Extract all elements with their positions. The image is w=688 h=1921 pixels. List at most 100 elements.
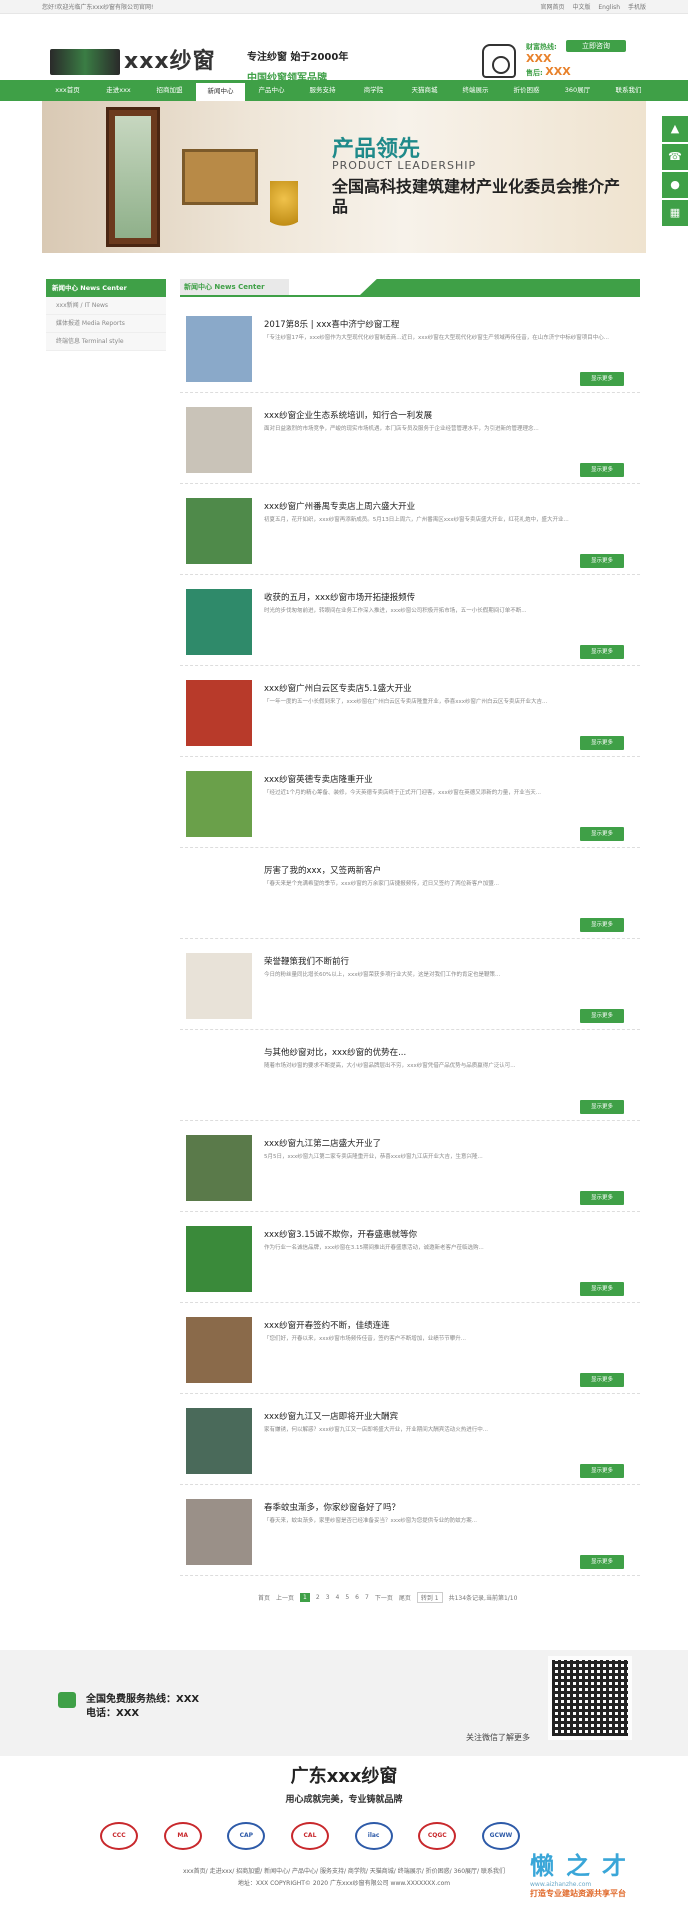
show-more-button[interactable]: 显示更多 bbox=[580, 554, 624, 568]
page-number[interactable]: 4 bbox=[336, 1594, 340, 1601]
news-item[interactable]: 收获的五月，xxx纱窗市场开拓捷报频传 时光的步伐匆匆前进，转眼间在业务工作深入推… bbox=[180, 575, 640, 666]
news-thumbnail[interactable] bbox=[186, 589, 252, 655]
news-item[interactable]: xxx纱窗广州白云区专卖店5.1盛大开业 「一年一度的五一小长假到来了，xxx纱窗… bbox=[180, 666, 640, 757]
footer-brand: 广东xxx纱窗 用心成就完美，专业铸就品牌 bbox=[0, 1762, 688, 1805]
news-title[interactable]: 春季蚊虫渐多，你家纱窗备好了吗？ bbox=[264, 1501, 400, 1513]
news-thumbnail[interactable] bbox=[186, 1499, 252, 1565]
news-title[interactable]: 2017第8乐 | xxx喜中济宁纱窗工程 bbox=[264, 318, 399, 330]
page-number[interactable]: 2 bbox=[316, 1594, 320, 1601]
news-thumbnail[interactable] bbox=[186, 1226, 252, 1292]
news-item[interactable]: xxx纱窗开春签约不断，佳绩连连「您们好，开春以来，xxx纱窗市场频传佳音，签约… bbox=[180, 1303, 640, 1394]
news-item[interactable]: xxx纱窗企业生态系统培训，知行合一利发展面对日益激烈的市场竞争，严峻的现实市场… bbox=[180, 393, 640, 484]
page-number[interactable]: 3 bbox=[326, 1594, 330, 1601]
top-link-mobile[interactable]: 手机版 bbox=[628, 4, 646, 11]
nav-item-tmall[interactable]: 天猫商城 bbox=[399, 80, 450, 101]
show-more-button[interactable]: 显示更多 bbox=[580, 1100, 624, 1114]
news-item[interactable]: xxx纱窗3.15诚不欺你，开春盛惠就等你 作为行业一名诚信品牌，xxx纱窗在3.… bbox=[180, 1212, 640, 1303]
nav-item-news[interactable]: 新闻中心 bbox=[195, 82, 246, 101]
news-title[interactable]: 收获的五月，xxx纱窗市场开拓捷报频传 bbox=[264, 591, 415, 603]
top-link-english[interactable]: English bbox=[598, 4, 620, 11]
show-more-button[interactable]: 显示更多 bbox=[580, 1555, 624, 1569]
news-summary: 初夏五月，花开如织，xxx纱窗再添新成员。5月13日上周六，广州番禺区xxx纱窗… bbox=[264, 517, 569, 523]
news-thumbnail[interactable] bbox=[186, 1408, 252, 1474]
news-thumbnail[interactable] bbox=[186, 1044, 252, 1110]
sidebar-item-company-news[interactable]: xxx新闻 / IT News bbox=[46, 297, 166, 315]
show-more-button[interactable]: 显示更多 bbox=[580, 1464, 624, 1478]
after-sales-label: 售后: bbox=[526, 69, 543, 77]
news-title[interactable]: xxx纱窗广州番禺专卖店上周六盛大开业 bbox=[264, 500, 415, 512]
show-more-button[interactable]: 显示更多 bbox=[580, 1009, 624, 1023]
nav-item-terminals[interactable]: 终端展示 bbox=[450, 80, 501, 101]
news-item[interactable]: 2017第8乐 | xxx喜中济宁纱窗工程 「专注纱窗17年，xxx纱窗作为大型现… bbox=[180, 302, 640, 393]
show-more-button[interactable]: 显示更多 bbox=[580, 372, 624, 386]
news-title[interactable]: xxx纱窗开春签约不断，佳绩连连 bbox=[264, 1319, 390, 1331]
news-title[interactable]: xxx纱窗九江第二店盛大开业了 bbox=[264, 1137, 381, 1149]
page-number[interactable]: 7 bbox=[365, 1594, 369, 1601]
page-prev[interactable]: 上一页 bbox=[276, 1593, 294, 1602]
news-item[interactable]: 春季蚊虫渐多，你家纱窗备好了吗？ 「春天来，蚊虫渐多，家里纱窗是否已经准备妥当？x… bbox=[180, 1485, 640, 1576]
watermark-url: www.aizhanzhe.com bbox=[530, 1881, 592, 1888]
show-more-button[interactable]: 显示更多 bbox=[580, 918, 624, 932]
show-more-button[interactable]: 显示更多 bbox=[580, 736, 624, 750]
news-thumbnail[interactable] bbox=[186, 862, 252, 928]
top-link-home[interactable]: 官网首页 bbox=[541, 4, 565, 11]
news-title[interactable]: xxx纱窗英德专卖店隆重开业 bbox=[264, 773, 373, 785]
nav-item-academy[interactable]: 商学院 bbox=[348, 80, 399, 101]
show-more-button[interactable]: 显示更多 bbox=[580, 463, 624, 477]
news-title[interactable]: xxx纱窗企业生态系统培训，知行合一利发展 bbox=[264, 409, 432, 421]
page-number-current[interactable]: 1 bbox=[300, 1593, 310, 1602]
show-more-button[interactable]: 显示更多 bbox=[580, 1373, 624, 1387]
news-summary: 「您们好，开春以来，xxx纱窗市场频传佳音，签约客户不断增加，业绩节节攀升... bbox=[264, 1336, 467, 1342]
qr-code-icon[interactable]: ▦ bbox=[662, 200, 688, 226]
news-thumbnail[interactable] bbox=[186, 316, 252, 382]
show-more-button[interactable]: 显示更多 bbox=[580, 827, 624, 841]
news-item[interactable]: 与其他纱窗对比，xxx纱窗的优势在... 随着市场对纱窗的要求不断提高，大小纱窗品… bbox=[180, 1030, 640, 1121]
news-thumbnail[interactable] bbox=[186, 953, 252, 1019]
back-to-top-icon[interactable]: ▲ bbox=[662, 116, 688, 142]
sidebar-item-media-reports[interactable]: 媒体报道 Media Reports bbox=[46, 315, 166, 333]
nav-item-home[interactable]: xxx首页 bbox=[42, 80, 93, 101]
sidebar-item-terminal-style[interactable]: 终端信息 Terminal style bbox=[46, 333, 166, 351]
phone-icon[interactable]: ☎ bbox=[662, 144, 688, 170]
news-title[interactable]: 厉害了我的xxx，又签两新客户 bbox=[264, 864, 381, 876]
news-item[interactable]: xxx纱窗英德专卖店隆重开业 「经过近1个月的精心筹备、装修，今天英德专卖店终于正… bbox=[180, 757, 640, 848]
news-title[interactable]: 荣誉鞭策我们不断前行 bbox=[264, 955, 349, 967]
page-number[interactable]: 6 bbox=[355, 1594, 359, 1601]
nav-item-360[interactable]: 360展厅 bbox=[552, 80, 603, 101]
news-thumbnail[interactable] bbox=[186, 1135, 252, 1201]
page-number[interactable]: 5 bbox=[345, 1594, 349, 1601]
nav-item-about[interactable]: 走进xxx bbox=[93, 80, 144, 101]
nav-item-products[interactable]: 产品中心 bbox=[246, 80, 297, 101]
news-thumbnail[interactable] bbox=[186, 407, 252, 473]
site-logo[interactable]: xxx纱窗 bbox=[50, 46, 230, 78]
news-item[interactable]: 厉害了我的xxx，又签两新客户 「春天来是个充满希望的季节，xxx纱窗的万余家门店… bbox=[180, 848, 640, 939]
show-more-button[interactable]: 显示更多 bbox=[580, 1191, 624, 1205]
page-next[interactable]: 下一页 bbox=[375, 1593, 393, 1602]
news-item[interactable]: 荣誉鞭策我们不断前行 今日的粉丝量同比增长60%以上，xxx纱窗荣获多项行业大奖，… bbox=[180, 939, 640, 1030]
nav-item-discount[interactable]: 折价困惑 bbox=[501, 80, 552, 101]
show-more-button[interactable]: 显示更多 bbox=[580, 645, 624, 659]
top-link-chinese[interactable]: 中文版 bbox=[572, 4, 590, 11]
news-thumbnail[interactable] bbox=[186, 680, 252, 746]
page-goto-select[interactable]: 转到 1 bbox=[416, 1592, 443, 1603]
news-summary: 面对日益激烈的市场竞争，严峻的现实市场机遇，本门店专员及服务于企业经营管理水平，… bbox=[264, 426, 539, 432]
news-thumbnail[interactable] bbox=[186, 771, 252, 837]
nav-item-franchise[interactable]: 招商加盟 bbox=[144, 80, 195, 101]
toll-free-hotline: 全国免费服务热线：XXX bbox=[86, 1694, 200, 1705]
page-last[interactable]: 尾页 bbox=[399, 1593, 411, 1602]
show-more-button[interactable]: 显示更多 bbox=[580, 1282, 624, 1296]
news-title[interactable]: xxx纱窗九江又一店即将开业大酬宾 bbox=[264, 1410, 398, 1422]
news-item[interactable]: xxx纱窗广州番禺专卖店上周六盛大开业初夏五月，花开如织，xxx纱窗再添新成员。… bbox=[180, 484, 640, 575]
news-title[interactable]: xxx纱窗3.15诚不欺你，开春盛惠就等你 bbox=[264, 1228, 417, 1240]
news-title[interactable]: xxx纱窗广州白云区专卖店5.1盛大开业 bbox=[264, 682, 412, 694]
nav-item-contact[interactable]: 联系我们 bbox=[603, 80, 654, 101]
nav-item-service[interactable]: 服务支持 bbox=[297, 80, 348, 101]
news-title[interactable]: 与其他纱窗对比，xxx纱窗的优势在... bbox=[264, 1046, 406, 1058]
news-thumbnail[interactable] bbox=[186, 1317, 252, 1383]
qq-icon[interactable]: ● bbox=[662, 172, 688, 198]
page-first[interactable]: 首页 bbox=[258, 1593, 270, 1602]
online-consult-button[interactable]: 立即咨询 bbox=[566, 40, 626, 52]
news-thumbnail[interactable] bbox=[186, 498, 252, 564]
news-item[interactable]: xxx纱窗九江又一店即将开业大酬宾 家有嫌锈，何以解惑？xxx纱窗九江又一店即将盛… bbox=[180, 1394, 640, 1485]
news-item[interactable]: xxx纱窗九江第二店盛大开业了 5月5日，xxx纱窗九江第二家专卖店隆重开业，恭喜… bbox=[180, 1121, 640, 1212]
